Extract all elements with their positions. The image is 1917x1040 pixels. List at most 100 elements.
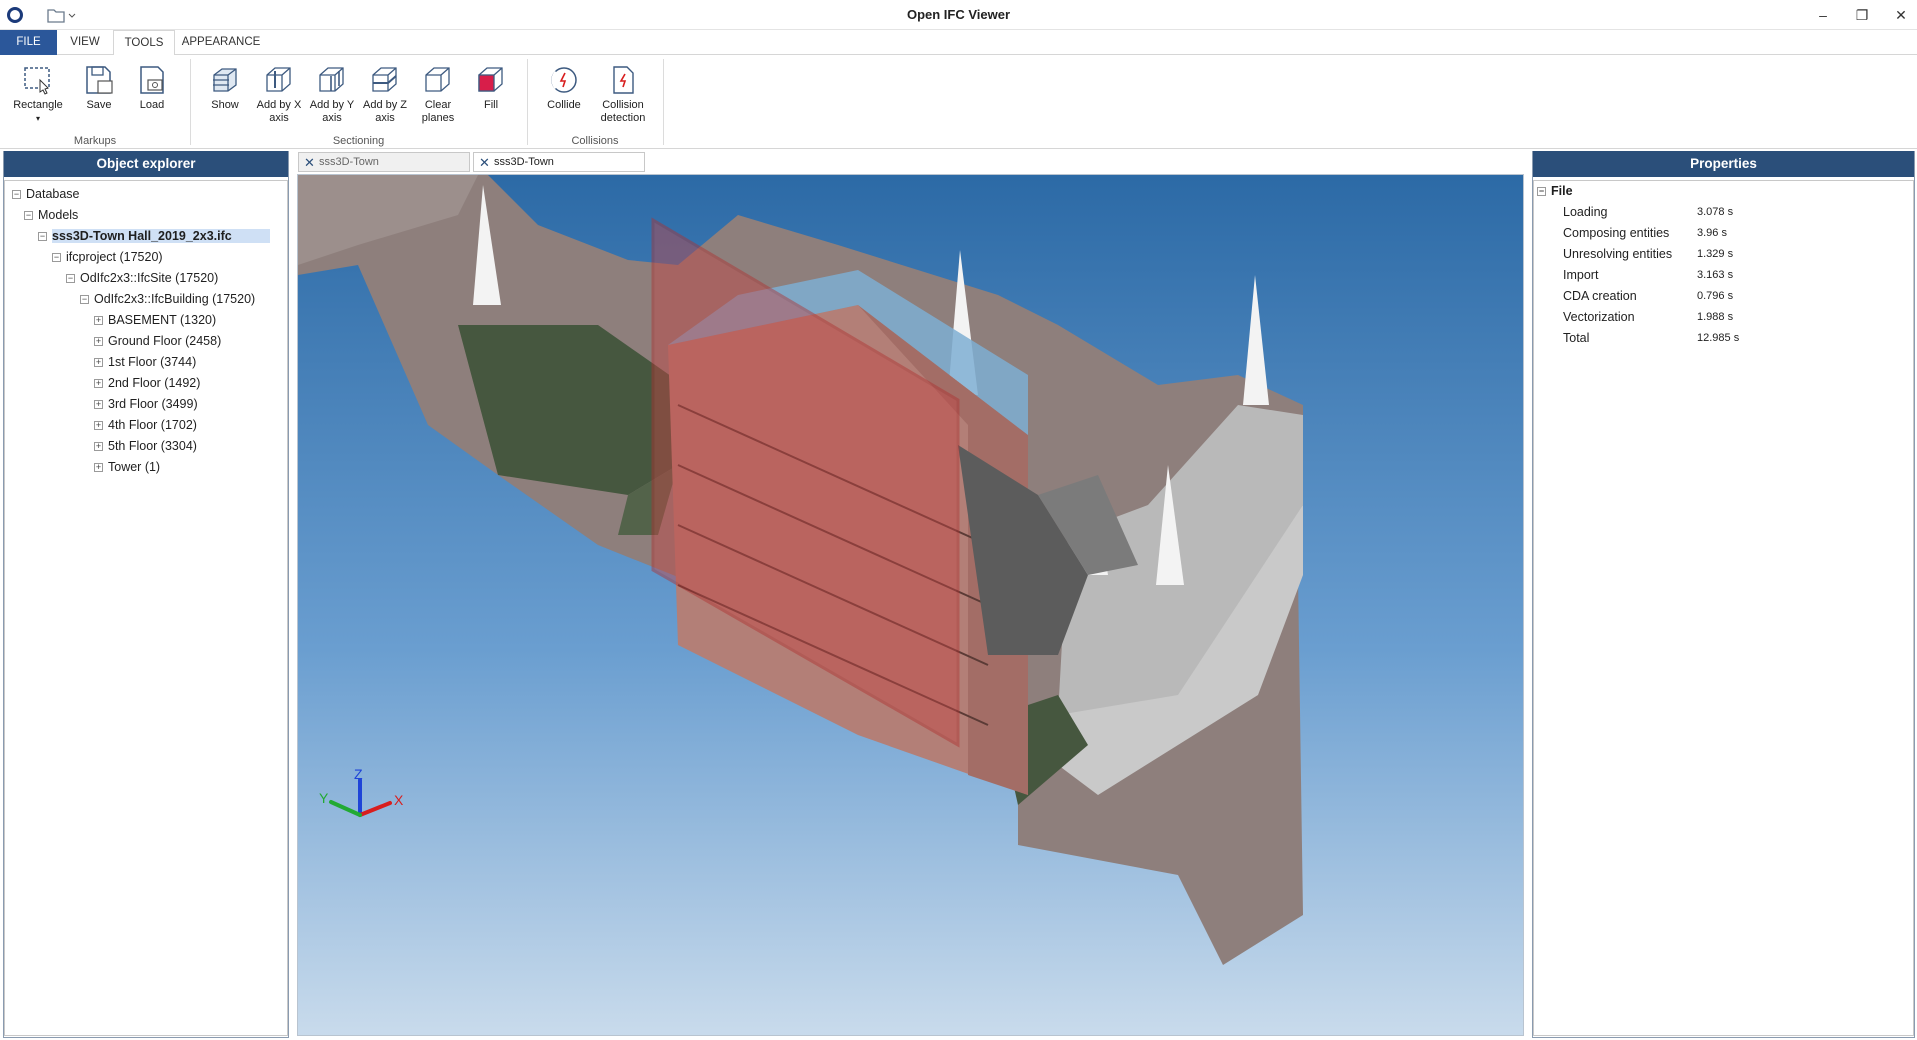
window-title: Open IFC Viewer [906, 7, 1011, 22]
tree-item-label: 1st Floor (3744) [108, 355, 197, 369]
expand-icon[interactable]: + [94, 316, 103, 325]
property-name: Loading [1563, 205, 1608, 219]
tree-item[interactable]: − OdIfc2x3::IfcBuilding (17520) [80, 290, 255, 309]
axis-y-label: Y [319, 790, 329, 806]
tree-item[interactable]: + BASEMENT (1320) [94, 311, 216, 330]
property-name: Vectorization [1563, 310, 1635, 324]
tree-item[interactable]: + Tower (1) [94, 458, 160, 477]
tab-file[interactable]: FILE [0, 30, 57, 55]
close-tab-icon[interactable]: ✕ [304, 153, 315, 172]
x-plane-icon [266, 67, 291, 92]
rectangle-button[interactable]: Rectangle ▾ [11, 63, 65, 125]
expand-icon[interactable]: + [94, 358, 103, 367]
show-label: Show [211, 99, 239, 111]
tree-item-label: Database [26, 187, 80, 201]
property-name: Composing entities [1563, 226, 1670, 240]
document-tab-active[interactable]: ✕ sss3D-Town Hall_2019_2x3.ifc [473, 152, 645, 187]
collapse-icon[interactable]: − [12, 190, 21, 199]
collapse-icon[interactable]: − [24, 211, 33, 220]
show-sections-icon [213, 68, 237, 92]
tree-item[interactable]: − Database [12, 185, 80, 204]
collapse-icon[interactable]: − [38, 232, 47, 241]
axis-z-label: Z [354, 766, 363, 782]
property-name: Unresolving entities [1563, 247, 1673, 261]
collapse-icon[interactable]: − [1537, 187, 1546, 196]
tree-item[interactable]: +5th Floor (3304) [94, 437, 197, 456]
property-name: Import [1563, 268, 1599, 282]
add-y-plane-button[interactable]: Add by Y axis [305, 63, 359, 125]
close-tab-icon[interactable]: ✕ [479, 153, 490, 172]
add-z-plane-button[interactable]: Add by Z axis [358, 63, 412, 125]
tree-item[interactable]: − OdIfc2x3::IfcSite (17520) [66, 269, 218, 288]
expand-icon[interactable]: + [94, 379, 103, 388]
tree-item-label: BASEMENT (1320) [108, 313, 217, 327]
property-value: 0.796 s [1697, 290, 1734, 302]
collision-detection-button[interactable]: Collision detection [594, 63, 652, 125]
tree-item-label: 4th Floor (1702) [108, 418, 197, 432]
tree-item[interactable]: + Ground Floor (2458) [94, 332, 221, 351]
clear-label: Clear planes [421, 99, 455, 124]
tree-item[interactable]: +2nd Floor (1492) [94, 374, 200, 393]
save-markup-button[interactable]: Save [72, 63, 126, 112]
tree-item-label: ifcproject (17520) [66, 250, 163, 264]
ribbon-separator [527, 59, 528, 145]
rectangle-label: Rectangle [13, 99, 63, 111]
rectangle-markup-icon [24, 67, 50, 95]
fill-sections-button[interactable]: Fill [464, 63, 518, 112]
document-tab[interactable]: ✕ sss3D-Town Hall_2019_2x3.ifc [298, 152, 470, 187]
add-x-plane-button[interactable]: Add by X axis [252, 63, 306, 125]
tree-item-label: 5th Floor (3304) [108, 439, 197, 453]
close-button[interactable]: ✕ [1886, 4, 1916, 26]
collapse-icon[interactable]: − [52, 253, 61, 262]
collide-label: Collide [547, 99, 581, 111]
expand-icon[interactable]: + [94, 463, 103, 472]
expand-icon[interactable]: + [94, 400, 103, 409]
properties-section-file[interactable]: − File [1537, 182, 1573, 201]
tree-item[interactable]: − ifcproject (17520) [52, 248, 163, 267]
object-explorer-title: Object explorer [4, 151, 288, 177]
tree-item[interactable]: +4th Floor (1702) [94, 416, 197, 435]
collide-button[interactable]: Collide [537, 63, 591, 112]
property-value: 12.985 s [1697, 332, 1740, 344]
collapse-icon[interactable]: − [66, 274, 75, 283]
object-tree[interactable]: − Database − Models − sss3D-Town Hall_2019_2x… [4, 180, 288, 1036]
show-sections-button[interactable]: Show [198, 63, 252, 112]
property-value: 1.329 s [1697, 248, 1734, 260]
minimize-button[interactable]: – [1808, 4, 1838, 26]
sectioning-group-label: Sectioning [332, 135, 385, 147]
fill-label: Fill [483, 99, 499, 111]
tree-item[interactable]: − sss3D-Town Hall_2019_2x3.ifc [38, 227, 270, 246]
properties-title: Properties [1533, 151, 1914, 177]
ribbon-toolbar: Rectangle ▾ Save Load Markups Show Add b… [0, 55, 1917, 149]
chevron-down-icon: ▾ [35, 114, 40, 123]
tree-item-label: OdIfc2x3::IfcBuilding (17520) [94, 292, 256, 306]
property-value: 3.078 s [1697, 206, 1734, 218]
tab-tools[interactable]: TOOLS [113, 30, 175, 56]
property-value: 1.988 s [1697, 311, 1734, 323]
ribbon-tabs: FILE VIEW TOOLS APPEARANCE [0, 30, 1917, 56]
3d-viewport[interactable]: Z X Y [297, 174, 1524, 1036]
add-z-label: Add by Z axis [362, 99, 408, 124]
tab-view[interactable]: VIEW [57, 30, 113, 55]
tree-item-label: 2nd Floor (1492) [108, 376, 201, 390]
collapse-icon[interactable]: − [80, 295, 89, 304]
save-icon [86, 66, 113, 94]
expand-icon[interactable]: + [94, 442, 103, 451]
restore-button[interactable]: ❐ [1847, 4, 1877, 26]
expand-icon[interactable]: + [94, 337, 103, 346]
tree-item[interactable]: +1st Floor (3744) [94, 353, 196, 372]
fill-icon [478, 67, 503, 92]
expand-icon[interactable]: + [94, 421, 103, 430]
property-name: Total [1563, 331, 1590, 345]
markups-group-label: Markups [73, 135, 117, 147]
load-markup-button[interactable]: Load [125, 63, 179, 112]
load-icon [140, 66, 164, 94]
tab-appearance[interactable]: APPEARANCE [175, 30, 267, 55]
tree-item[interactable]: +3rd Floor (3499) [94, 395, 198, 414]
z-plane-icon [372, 67, 397, 92]
clear-planes-button[interactable]: Clear planes [411, 63, 465, 125]
property-name: CDA creation [1563, 289, 1637, 303]
tree-item-label: OdIfc2x3::IfcSite (17520) [80, 271, 219, 285]
properties-section-label: File [1551, 184, 1573, 198]
tree-item[interactable]: − Models [24, 206, 78, 225]
